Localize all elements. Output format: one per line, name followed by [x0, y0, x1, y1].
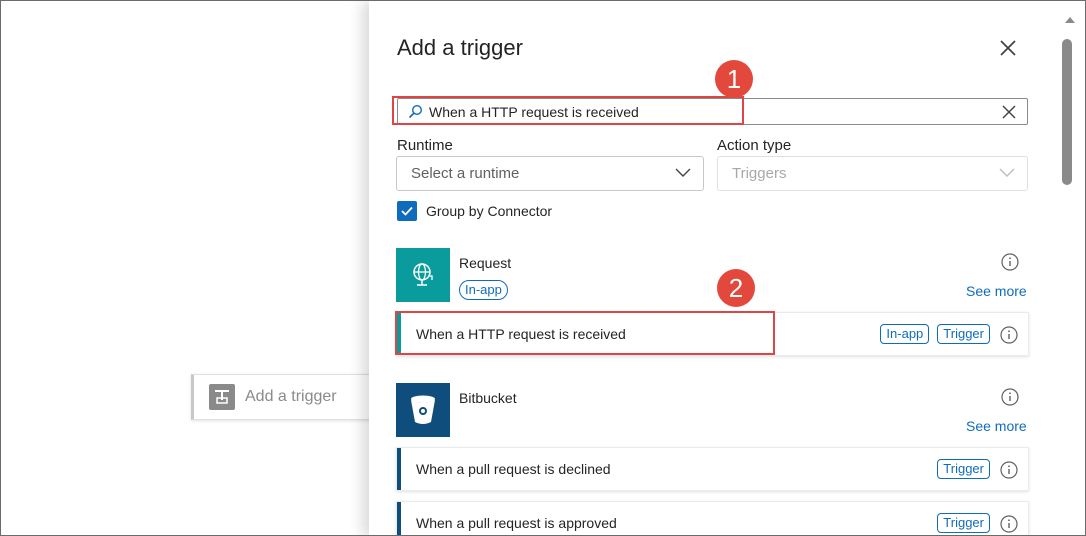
operation-card-http-request-received[interactable]: When a HTTP request is received In-app T…: [396, 312, 1029, 356]
chevron-down-icon: [999, 168, 1015, 177]
designer-canvas: Add a trigger: [1, 1, 391, 535]
operation-accent: [397, 313, 401, 355]
trigger-badge: Trigger: [937, 459, 990, 479]
search-icon: [408, 104, 423, 118]
callout-badge-2: 2: [717, 269, 755, 307]
panel-title: Add a trigger: [397, 35, 523, 60]
clear-search-icon[interactable]: [1001, 104, 1017, 120]
in-app-badge: In-app: [459, 280, 508, 300]
chevron-down-icon: [675, 168, 691, 177]
scroll-up-icon[interactable]: [1065, 17, 1075, 23]
bitbucket-connector-tile[interactable]: [396, 383, 450, 437]
add-trigger-node-label: Add a trigger: [245, 388, 337, 405]
trigger-badge: Trigger: [937, 513, 990, 533]
operation-label: When a HTTP request is received: [416, 326, 626, 342]
trigger-badge: Trigger: [937, 324, 990, 344]
operation-badges: Trigger: [937, 459, 990, 479]
operation-accent: [397, 448, 401, 490]
info-icon[interactable]: [999, 514, 1019, 534]
runtime-label: Runtime: [397, 137, 453, 154]
operation-badges: Trigger: [937, 513, 990, 533]
search-field[interactable]: [397, 98, 1028, 125]
search-input[interactable]: [429, 103, 989, 120]
info-icon[interactable]: [999, 325, 1019, 345]
request-inapp-badge: In-app: [459, 280, 508, 300]
info-icon[interactable]: [999, 460, 1019, 480]
operation-card-pull-request-approved[interactable]: When a pull request is approved Trigger: [396, 501, 1029, 535]
globe-icon: [413, 263, 433, 286]
scroll-thumb[interactable]: [1062, 39, 1072, 185]
request-connector-name: Request: [459, 255, 512, 271]
action-type-label: Action type: [717, 137, 792, 154]
group-by-connector-label: Group by Connector: [426, 203, 553, 219]
operation-label: When a pull request is declined: [416, 461, 611, 477]
add-trigger-node[interactable]: Add a trigger: [191, 374, 391, 420]
callout-badge-1: 1: [715, 60, 753, 98]
operation-label: When a pull request is approved: [416, 515, 617, 531]
info-icon[interactable]: [1000, 387, 1020, 407]
bitbucket-icon: [411, 395, 435, 424]
close-icon[interactable]: [997, 37, 1019, 59]
action-type-dropdown[interactable]: Triggers: [717, 156, 1028, 191]
info-icon[interactable]: [1000, 252, 1020, 272]
checkmark-icon: [401, 206, 413, 216]
trigger-placeholder-icon: [209, 384, 235, 410]
request-see-more-link[interactable]: See more: [966, 283, 1027, 299]
runtime-dropdown-value: Select a runtime: [411, 165, 520, 182]
in-app-badge: In-app: [880, 324, 930, 344]
vertical-scrollbar[interactable]: [1055, 1, 1085, 535]
window: Add a trigger Add a trigger Runtime Sele…: [0, 0, 1086, 536]
bitbucket-see-more-link[interactable]: See more: [966, 418, 1027, 434]
bitbucket-connector-name: Bitbucket: [459, 390, 517, 406]
add-trigger-panel: Add a trigger Runtime Select a runtime: [369, 1, 1055, 535]
request-connector-tile[interactable]: [396, 248, 450, 302]
operation-card-pull-request-declined[interactable]: When a pull request is declined Trigger: [396, 447, 1029, 491]
group-by-connector-checkbox[interactable]: [397, 201, 417, 221]
operation-badges: In-app Trigger: [880, 324, 990, 344]
operation-accent: [397, 502, 401, 535]
runtime-dropdown[interactable]: Select a runtime: [396, 156, 704, 191]
action-type-dropdown-value: Triggers: [732, 165, 787, 182]
